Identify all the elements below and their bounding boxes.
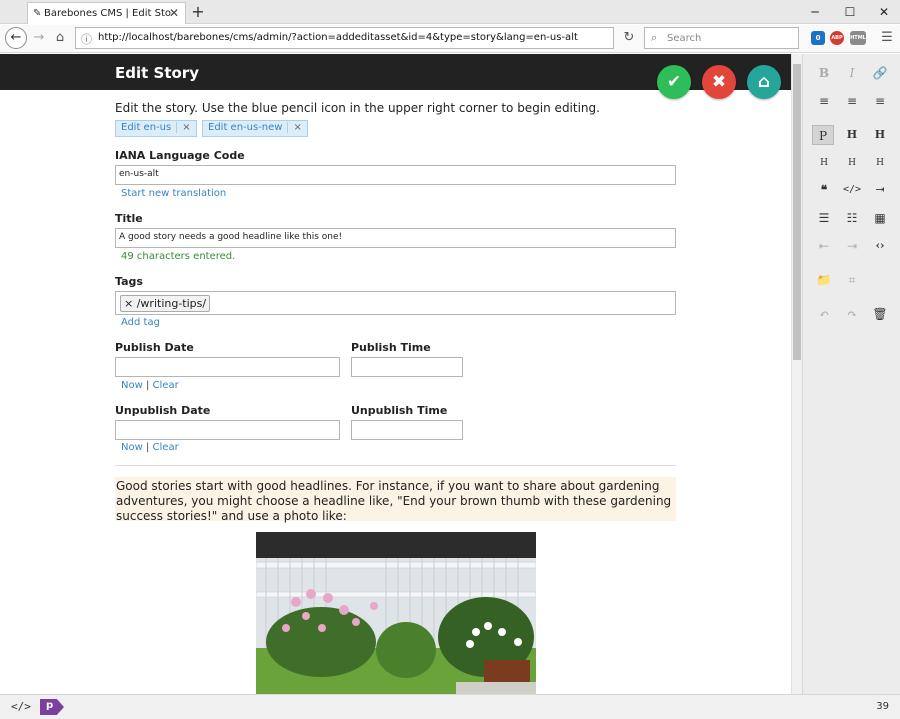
italic-icon[interactable]: I <box>841 63 863 83</box>
heading-4-icon[interactable]: H <box>841 153 863 173</box>
close-icon: ✖ <box>711 72 727 92</box>
trash-icon[interactable]: 🗑 <box>869 304 891 324</box>
title-char-count: 49 characters entered. <box>121 251 236 262</box>
vertical-scrollbar[interactable] <box>791 54 802 694</box>
maximize-button[interactable]: ☐ <box>838 3 862 21</box>
story-editor-paragraph[interactable]: Good stories start with good headlines. … <box>115 477 676 523</box>
intro-text: Edit the story. Use the blue pencil icon… <box>115 101 600 115</box>
pencil-icon: ✎ <box>33 8 42 19</box>
tab-close-icon[interactable]: ✕ <box>169 6 179 20</box>
extension-badge-icon[interactable]: 0 <box>811 31 825 45</box>
align-right-icon[interactable]: ≡ <box>869 91 891 111</box>
heading-1-icon[interactable]: H <box>841 125 863 145</box>
page-title: Edit Story <box>115 64 199 82</box>
outdent-icon[interactable]: ⇤ <box>813 236 835 256</box>
add-file-icon[interactable]: 📁 <box>813 270 835 290</box>
align-left-icon[interactable]: ≡ <box>813 91 835 111</box>
tags-input[interactable]: × /writing-tips/ <box>115 291 676 315</box>
publish-time-label: Publish Time <box>351 341 431 354</box>
title-label: Title <box>115 212 143 225</box>
unpublish-now-link[interactable]: Now <box>121 442 143 453</box>
indent-icon[interactable]: ⇥ <box>841 236 863 256</box>
bullet-list-icon[interactable]: ☰ <box>813 208 835 228</box>
back-button[interactable]: ← <box>5 27 27 49</box>
link-icon[interactable]: 🔗 <box>869 63 891 83</box>
editor-toolbar: B I 🔗 ≡ ≡ ≡ P H H H H H ❝ </> ⇥ ☰ ☷ ▦ ⇤ … <box>802 54 900 694</box>
tags-label: Tags <box>115 275 143 288</box>
home-button[interactable]: ⌂ <box>747 65 781 99</box>
home-icon[interactable]: ⌂ <box>51 29 69 47</box>
publish-date-label: Publish Date <box>115 341 194 354</box>
scrollbar-thumb[interactable] <box>793 64 801 360</box>
heading-2-icon[interactable]: H <box>869 125 891 145</box>
bold-icon[interactable]: B <box>813 63 835 83</box>
code-icon[interactable]: </> <box>841 180 863 200</box>
home-icon: ⌂ <box>757 72 771 92</box>
redo-icon[interactable]: ↷ <box>841 304 863 324</box>
checkmark-icon: ✔ <box>666 72 682 92</box>
html-extension-icon[interactable]: HTML <box>850 31 866 45</box>
align-center-icon[interactable]: ≡ <box>841 91 863 111</box>
heading-3-icon[interactable]: H <box>813 153 835 173</box>
tab-edit-en-us[interactable]: Edit en-us × <box>115 120 197 137</box>
browser-titlebar: ✎ Barebones CMS | Edit Story | A good st… <box>0 0 900 24</box>
adblock-icon[interactable]: ABP <box>830 31 844 45</box>
start-translation-link[interactable]: Start new translation <box>121 188 226 199</box>
search-icon: ⌕ <box>651 31 658 44</box>
remove-icon[interactable]: × <box>287 122 306 133</box>
remove-tag-icon[interactable]: × <box>124 297 137 310</box>
element-path-tag[interactable]: p <box>40 699 64 715</box>
iana-input[interactable]: en-us-alt <box>115 165 676 185</box>
unpublish-now-clear: Now | Clear <box>121 442 179 453</box>
table-icon[interactable]: ▦ <box>869 208 891 228</box>
heading-5-icon[interactable]: H <box>869 153 891 173</box>
embed-code-icon[interactable]: ‹› <box>869 236 891 256</box>
info-icon[interactable]: ⓘ <box>81 31 92 47</box>
divider <box>115 465 676 466</box>
undo-icon[interactable]: ↶ <box>813 304 835 324</box>
search-input[interactable]: ⌕ Search <box>644 27 799 49</box>
reload-icon[interactable]: ↻ <box>620 29 638 47</box>
character-count: 39 <box>876 701 889 712</box>
unpublish-date-label: Unpublish Date <box>115 404 211 417</box>
add-tag-link[interactable]: Add tag <box>121 317 160 328</box>
forward-button[interactable]: → <box>30 29 48 47</box>
browser-tab[interactable]: ✎ Barebones CMS | Edit Story | A good st… <box>27 2 186 24</box>
url-text: http://localhost/barebones/cms/admin/?ac… <box>98 32 578 43</box>
source-view-button[interactable]: </> <box>11 700 31 713</box>
unpublish-time-input[interactable] <box>351 420 463 440</box>
publish-now-link[interactable]: Now <box>121 380 143 391</box>
new-tab-button[interactable]: + <box>189 2 207 22</box>
save-button[interactable]: ✔ <box>657 65 691 99</box>
tab-edit-en-us-new[interactable]: Edit en-us-new × <box>202 120 308 137</box>
search-placeholder: Search <box>667 33 702 44</box>
menu-icon[interactable]: ☰ <box>878 29 896 47</box>
close-window-button[interactable]: ✕ <box>872 3 896 21</box>
unpublish-date-input[interactable] <box>115 420 340 440</box>
insert-block-icon[interactable]: ⇥ <box>869 180 891 200</box>
publish-date-input[interactable] <box>115 357 340 377</box>
title-input[interactable]: A good story needs a good headline like … <box>115 228 676 248</box>
editor-statusbar: </> p 39 <box>0 694 900 719</box>
browser-navbar: ← → ⌂ ⓘ http://localhost/barebones/cms/a… <box>0 25 900 53</box>
cancel-button[interactable]: ✖ <box>702 65 736 99</box>
publish-clear-link[interactable]: Clear <box>153 380 179 391</box>
tab-title: Barebones CMS | Edit Story | A good stor… <box>44 8 172 19</box>
crop-icon[interactable]: ⌗ <box>841 270 863 290</box>
publish-time-input[interactable] <box>351 357 463 377</box>
publish-now-clear: Now | Clear <box>121 380 179 391</box>
unpublish-time-label: Unpublish Time <box>351 404 448 417</box>
numbered-list-icon[interactable]: ☷ <box>841 208 863 228</box>
url-bar[interactable]: ⓘ http://localhost/barebones/cms/admin/?… <box>75 27 614 49</box>
quote-icon[interactable]: ❝ <box>813 180 835 200</box>
iana-label: IANA Language Code <box>115 149 245 162</box>
garden-photo[interactable] <box>256 532 536 694</box>
unpublish-clear-link[interactable]: Clear <box>153 442 179 453</box>
remove-icon[interactable]: × <box>176 122 195 133</box>
minimize-button[interactable]: ─ <box>803 3 827 21</box>
page-content: Edit Story ✔ ✖ ⌂ Edit the story. Use the… <box>0 54 791 694</box>
paragraph-icon[interactable]: P <box>812 125 834 145</box>
tag-chip[interactable]: × /writing-tips/ <box>120 295 211 312</box>
